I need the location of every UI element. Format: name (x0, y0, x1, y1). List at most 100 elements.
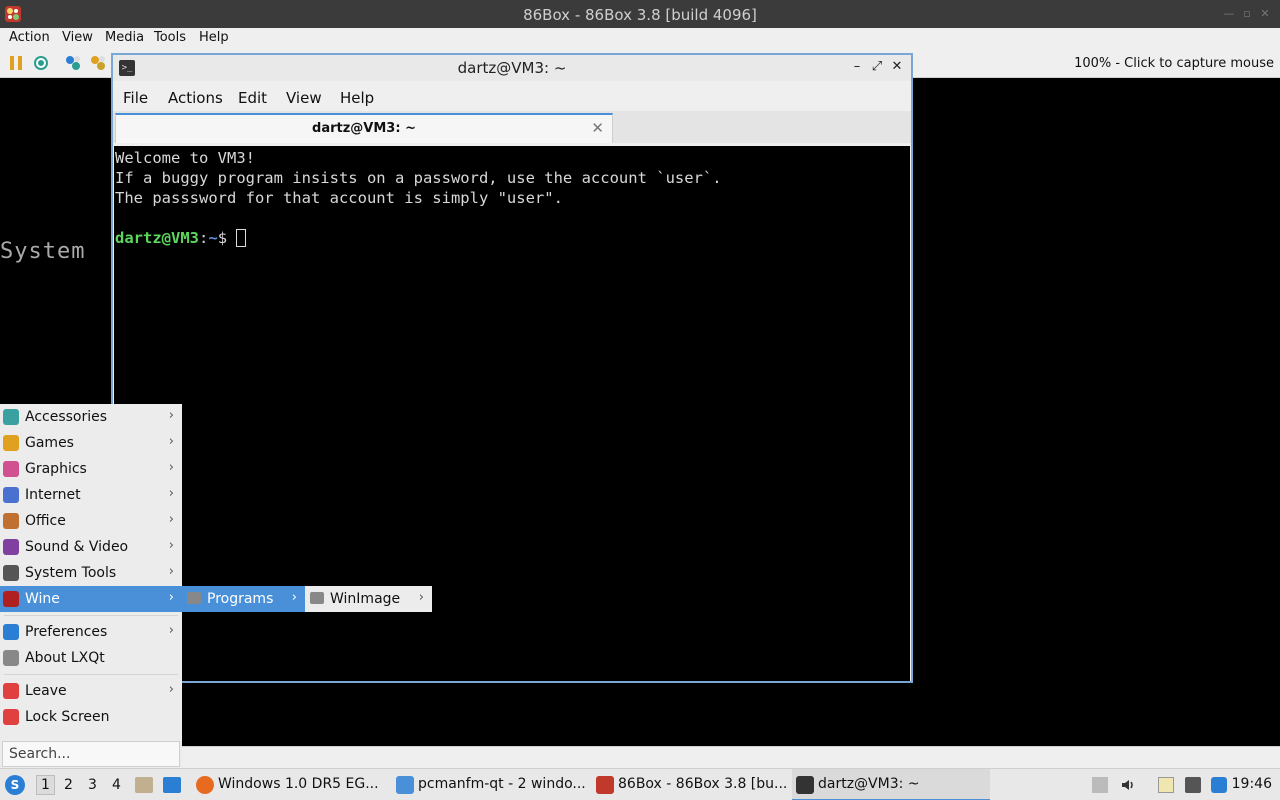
folder-icon (310, 592, 324, 604)
task-label: pcmanfm-qt - 2 windo... (418, 776, 586, 792)
workspace-2[interactable]: 2 (64, 777, 73, 793)
menu-item-graphics[interactable]: Graphics › (0, 456, 182, 482)
submenu-item-programs[interactable]: Programs › (182, 586, 305, 612)
start-menu-button[interactable]: S (5, 775, 25, 795)
tab-close-icon[interactable]: ✕ (591, 119, 604, 137)
power-icon (3, 683, 19, 699)
prompt-path: ~ (208, 229, 218, 247)
tray-up-icon[interactable] (1092, 777, 1108, 793)
menu-actions[interactable]: Actions (168, 89, 223, 107)
menu-separator (4, 615, 178, 616)
terminal-tab[interactable]: dartz@VM3: ~ ✕ (115, 113, 613, 143)
menu-file[interactable]: File (123, 89, 148, 107)
menu-item-label: Leave (25, 683, 67, 699)
folder-icon (187, 592, 201, 604)
menu-search-input[interactable] (3, 742, 179, 766)
menu-item-internet[interactable]: Internet › (0, 482, 182, 508)
notification-icon[interactable] (1211, 777, 1227, 793)
minimize-icon[interactable]: – (849, 59, 865, 75)
games-icon (3, 435, 19, 451)
menu-item-label: Lock Screen (25, 709, 110, 725)
preferences-icon (3, 624, 19, 640)
capture-status[interactable]: 100% - Click to capture mouse (1074, 56, 1274, 71)
window-title: 86Box - 86Box 3.8 [build 4096] (523, 6, 757, 24)
menu-item-label: Internet (25, 487, 81, 503)
menu-item-wine[interactable]: Wine › (0, 586, 182, 612)
console-line: The passsword for that account is simply… (115, 189, 563, 207)
menu-item-label: Preferences (25, 624, 108, 640)
terminal-menubar: File Actions Edit View Help (113, 83, 911, 111)
tab-bar: dartz@VM3: ~ ✕ (113, 111, 911, 143)
menu-item-games[interactable]: Games › (0, 430, 182, 456)
task-86box[interactable]: 86Box - 86Box 3.8 [bu... (592, 769, 790, 800)
internet-icon (3, 487, 19, 503)
file-manager-icon[interactable] (135, 777, 153, 793)
menu-item-lock-screen[interactable]: Lock Screen (0, 704, 182, 730)
menu-item-label: Accessories (25, 409, 108, 425)
ctrl-alt-del-icon[interactable] (64, 54, 82, 72)
menu-view[interactable]: View (62, 30, 93, 45)
menu-action[interactable]: Action (9, 30, 50, 45)
volume-icon[interactable] (1120, 777, 1136, 793)
chevron-right-icon: › (168, 538, 174, 553)
submenu-item-winimage[interactable]: WinImage › (305, 586, 432, 612)
menu-item-about-lxqt[interactable]: About LXQt (0, 645, 182, 671)
menu-media[interactable]: Media (105, 30, 144, 45)
close-icon[interactable]: ✕ (889, 59, 905, 75)
graphics-icon (3, 461, 19, 477)
wine-icon (3, 591, 19, 607)
menu-item-system-tools[interactable]: System Tools › (0, 560, 182, 586)
clock[interactable]: 19:46 (1232, 776, 1272, 792)
task-pcmanfm[interactable]: pcmanfm-qt - 2 windo... (392, 769, 590, 800)
workspace-1[interactable]: 1 (36, 775, 55, 795)
menu-item-label: Office (25, 513, 66, 529)
chevron-right-icon: › (168, 460, 174, 475)
task-windows-1[interactable]: Windows 1.0 DR5 EG... (192, 769, 390, 800)
network-icon[interactable] (1185, 777, 1201, 793)
settings-icon[interactable] (89, 54, 107, 72)
prompt-separator: : (199, 229, 209, 247)
start-menu: Accessories › Games › Graphics › Interne… (0, 404, 182, 768)
maximize-icon[interactable]: ▫ (1240, 7, 1254, 21)
console-line: If a buggy program insists on a password… (115, 169, 722, 187)
chevron-right-icon: › (168, 486, 174, 501)
menu-help[interactable]: Help (199, 30, 229, 45)
chevron-right-icon: › (168, 512, 174, 527)
chevron-right-icon: › (168, 408, 174, 423)
menu-item-label: Sound & Video (25, 539, 129, 555)
chevron-right-icon: › (291, 590, 297, 605)
menu-item-leave[interactable]: Leave › (0, 678, 182, 704)
close-icon[interactable]: ✕ (1258, 7, 1272, 21)
emulated-text: System (0, 239, 86, 264)
chevron-right-icon: › (168, 434, 174, 449)
tab-label: dartz@VM3: ~ (312, 121, 416, 136)
reset-icon[interactable] (32, 54, 50, 72)
menu-search-box[interactable] (2, 741, 180, 767)
prompt-line: dartz@VM3:~$ (115, 228, 909, 248)
prompt-user: dartz@VM3 (115, 229, 199, 247)
chevron-right-icon: › (418, 590, 424, 605)
show-desktop-icon[interactable] (163, 777, 181, 793)
task-label: dartz@VM3: ~ (818, 776, 920, 792)
menu-item-sound-video[interactable]: Sound & Video › (0, 534, 182, 560)
menu-item-preferences[interactable]: Preferences › (0, 619, 182, 645)
terminal-titlebar[interactable]: >_ dartz@VM3: ~ – ⤢ ✕ (113, 55, 911, 81)
maximize-icon[interactable]: ⤢ (869, 59, 885, 75)
menu-item-label: Games (25, 435, 74, 451)
minimize-icon[interactable]: — (1222, 7, 1236, 21)
terminal-icon (796, 776, 814, 794)
workspace-3[interactable]: 3 (88, 777, 97, 793)
task-terminal[interactable]: dartz@VM3: ~ (792, 769, 990, 800)
menu-edit[interactable]: Edit (238, 89, 267, 107)
menu-view[interactable]: View (286, 89, 322, 107)
firefox-icon (196, 776, 214, 794)
workspace-4[interactable]: 4 (112, 777, 121, 793)
menu-item-accessories[interactable]: Accessories › (0, 404, 182, 430)
chevron-right-icon: › (168, 590, 174, 605)
chevron-right-icon: › (168, 564, 174, 579)
menu-tools[interactable]: Tools (154, 30, 186, 45)
menu-help[interactable]: Help (340, 89, 374, 107)
pause-icon[interactable] (7, 54, 25, 72)
clipboard-icon[interactable] (1158, 777, 1174, 793)
menu-item-office[interactable]: Office › (0, 508, 182, 534)
